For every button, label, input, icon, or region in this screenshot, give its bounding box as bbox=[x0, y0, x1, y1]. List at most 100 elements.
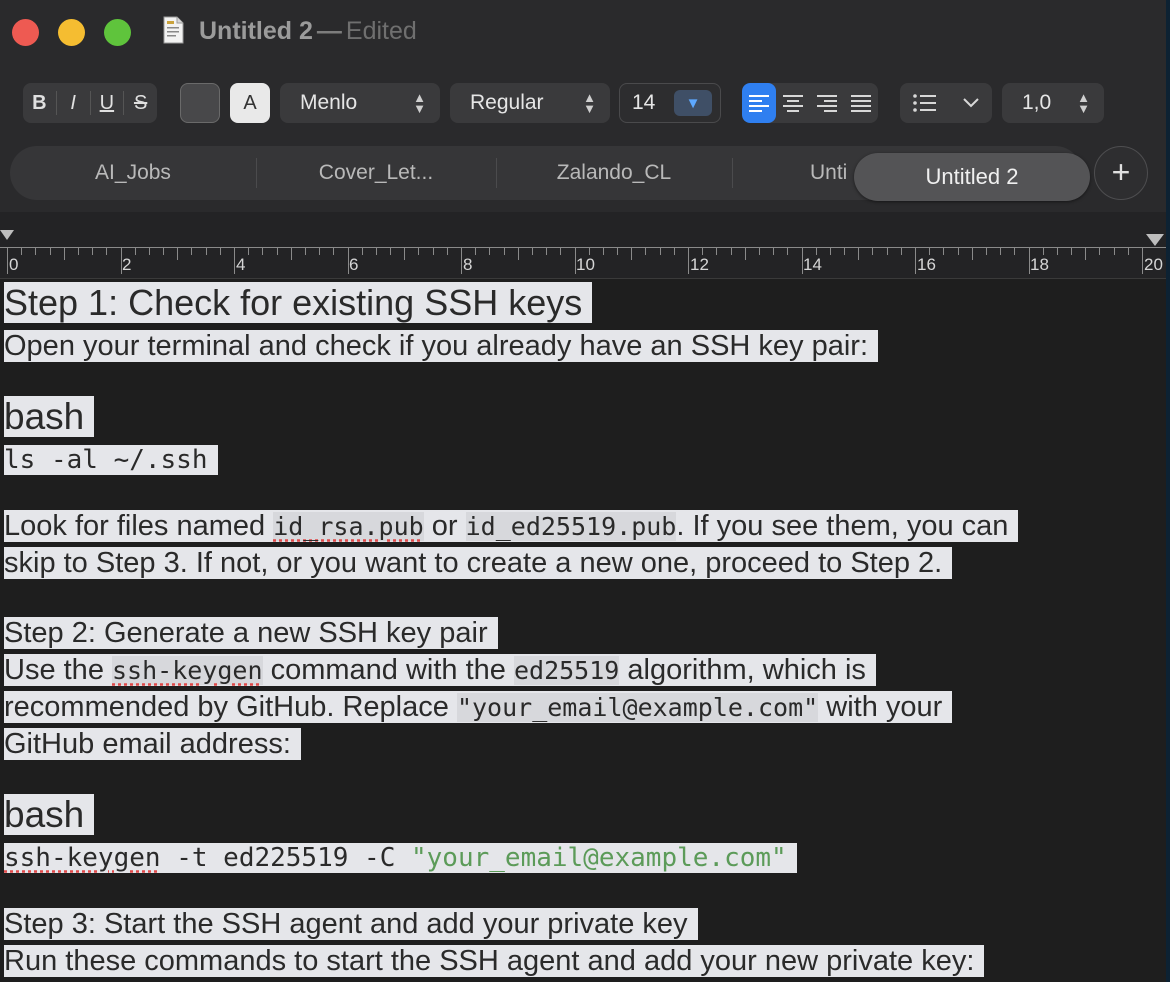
line-spacing-select[interactable]: 1,0 ▲ ▼ bbox=[1002, 83, 1104, 123]
align-left-button[interactable] bbox=[742, 83, 776, 123]
inline-code: id_rsa.pub bbox=[273, 512, 424, 541]
paragraph-use-keygen: Use the ssh-keygen command with the ed25… bbox=[4, 654, 876, 687]
ruler-tick bbox=[148, 248, 150, 255]
justify-button[interactable] bbox=[844, 83, 878, 123]
ruler-tick bbox=[390, 248, 392, 255]
line-spacing-value: 1,0 bbox=[1022, 91, 1052, 114]
underline-button[interactable]: U bbox=[91, 91, 125, 115]
ruler-tick bbox=[1127, 248, 1129, 255]
ruler-tick bbox=[35, 248, 37, 255]
ruler-tick bbox=[489, 248, 491, 255]
font-family-value: Menlo bbox=[300, 91, 358, 114]
minimize-window-button[interactable] bbox=[58, 19, 85, 46]
background-color-swatch[interactable]: A bbox=[230, 83, 270, 123]
text-style-buttons: B I U S bbox=[23, 83, 157, 123]
ruler-label: 6 bbox=[349, 255, 359, 274]
align-right-icon bbox=[817, 95, 837, 112]
italic-button[interactable]: I bbox=[57, 91, 91, 115]
ruler-tick bbox=[418, 248, 420, 255]
ruler-label: 20 bbox=[1144, 255, 1163, 274]
step1-text: Open your terminal and check if you alre… bbox=[4, 330, 879, 363]
background-color-label: A bbox=[243, 91, 257, 114]
new-tab-button[interactable]: + bbox=[1094, 146, 1148, 200]
ruler-tick bbox=[1042, 248, 1044, 255]
bold-button[interactable]: B bbox=[23, 91, 57, 115]
ruler-tick bbox=[432, 248, 434, 255]
ruler-tick bbox=[503, 248, 505, 255]
ruler-tick bbox=[276, 248, 278, 255]
ruler-tick bbox=[1099, 248, 1101, 255]
inline-code: ed25519 bbox=[513, 656, 620, 685]
ruler-tick bbox=[205, 248, 207, 255]
ruler-tick bbox=[588, 248, 590, 255]
ruler-tick bbox=[304, 248, 306, 255]
ruler-tick bbox=[957, 248, 959, 255]
tab-separator bbox=[732, 158, 733, 188]
zoom-window-button[interactable] bbox=[104, 19, 131, 46]
ruler-label: 2 bbox=[122, 255, 132, 274]
ruler-label: 0 bbox=[9, 255, 19, 274]
ruler-tick bbox=[631, 248, 633, 260]
ruler-tick bbox=[375, 248, 377, 255]
format-toolbar: B I U S A Menlo ▲ ▼ Regular ▲ ▼ 14 ▼ 1,0… bbox=[0, 66, 1166, 142]
list-style-select[interactable] bbox=[900, 83, 992, 123]
ruler-tick bbox=[1085, 248, 1087, 260]
chevron-down-icon[interactable]: ▼ bbox=[674, 90, 712, 116]
tab-bar: AI_Jobs Cover_Let... Zalando_CL Unti Unt… bbox=[10, 146, 1090, 201]
close-window-button[interactable] bbox=[12, 19, 39, 46]
bash-label: bash bbox=[4, 794, 95, 836]
align-center-button[interactable] bbox=[776, 83, 810, 123]
align-right-button[interactable] bbox=[810, 83, 844, 123]
ruler-tick bbox=[602, 248, 604, 255]
ruler-tick bbox=[77, 248, 79, 255]
align-center-icon bbox=[783, 95, 803, 112]
ruler-label: 12 bbox=[690, 255, 709, 274]
ruler-tick bbox=[673, 248, 675, 255]
title-bar: Untitled 2— Edited bbox=[0, 0, 1166, 66]
font-size-field[interactable]: 14 ▼ bbox=[619, 83, 721, 123]
ruler[interactable]: 0 2 4 6 8 10 12 14 16 18 20 bbox=[0, 212, 1166, 279]
ruler-baseline bbox=[0, 247, 1166, 248]
ruler-tick bbox=[163, 248, 165, 255]
ruler-tick bbox=[517, 248, 519, 260]
ruler-tick bbox=[21, 248, 23, 255]
strikethrough-button[interactable]: S bbox=[124, 91, 157, 115]
window-title: Untitled 2— Edited bbox=[199, 17, 417, 46]
ruler-tick bbox=[134, 248, 136, 255]
ruler-tick bbox=[702, 248, 704, 255]
document-name: Untitled 2 bbox=[199, 17, 313, 45]
ruler-tick bbox=[1142, 248, 1143, 274]
ruler-label: 18 bbox=[1030, 255, 1049, 274]
stepper-arrows-icon: ▲ ▼ bbox=[583, 90, 596, 116]
tab-untitled-2-active[interactable]: Untitled 2 bbox=[854, 153, 1090, 201]
tab-zalando-cl[interactable]: Zalando_CL bbox=[496, 146, 732, 200]
ruler-tick bbox=[92, 248, 94, 255]
ruler-label: 16 bbox=[917, 255, 936, 274]
left-indent-marker[interactable] bbox=[0, 230, 14, 240]
ruler-tick bbox=[191, 248, 193, 255]
ruler-tick bbox=[744, 248, 746, 260]
ruler-tick bbox=[900, 248, 902, 255]
ruler-tick bbox=[773, 248, 775, 255]
ruler-tick bbox=[1014, 248, 1016, 255]
paragraph-look-for-files: Look for files named id_rsa.pub or id_ed… bbox=[4, 510, 1019, 543]
font-family-select[interactable]: Menlo ▲ ▼ bbox=[280, 83, 440, 123]
document-body[interactable]: Step 1: Check for existing SSH keys Open… bbox=[0, 279, 1166, 982]
ruler-tick bbox=[49, 248, 51, 255]
ruler-tick bbox=[446, 248, 448, 255]
text-color-swatch[interactable] bbox=[180, 83, 220, 123]
justify-icon bbox=[851, 95, 871, 112]
ruler-tick bbox=[985, 248, 987, 255]
ruler-tick bbox=[531, 248, 533, 255]
tab-cover-letter[interactable]: Cover_Let... bbox=[256, 146, 496, 200]
title-separator: — bbox=[316, 17, 342, 45]
alignment-buttons bbox=[742, 83, 878, 123]
tab-ai-jobs[interactable]: AI_Jobs bbox=[10, 146, 256, 200]
ruler-label: 4 bbox=[236, 255, 246, 274]
right-indent-marker[interactable] bbox=[1146, 234, 1164, 246]
ruler-tick bbox=[290, 248, 292, 260]
inline-code: id_ed25519.pub bbox=[465, 512, 677, 541]
ruler-label: 14 bbox=[803, 255, 822, 274]
font-style-select[interactable]: Regular ▲ ▼ bbox=[450, 83, 610, 123]
align-left-icon bbox=[749, 95, 769, 112]
